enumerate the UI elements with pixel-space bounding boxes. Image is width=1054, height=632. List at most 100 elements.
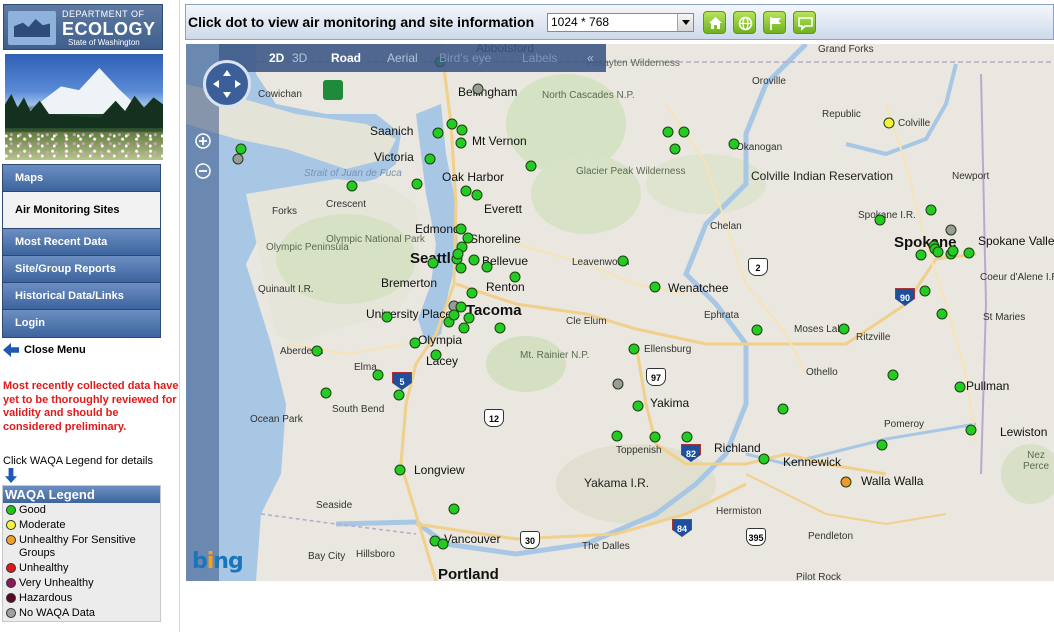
pan-control[interactable] xyxy=(203,60,251,108)
monitoring-site-dot[interactable] xyxy=(448,309,460,321)
monitoring-site-dot[interactable] xyxy=(751,324,763,336)
nav-item-login[interactable]: Login xyxy=(3,310,160,337)
monitoring-site-dot[interactable] xyxy=(437,538,449,550)
nav-item-air-monitoring-sites[interactable]: Air Monitoring Sites xyxy=(3,192,160,229)
monitoring-site-dot[interactable] xyxy=(874,214,886,226)
monitoring-site-dot[interactable] xyxy=(409,337,421,349)
monitoring-site-dot[interactable] xyxy=(466,287,478,299)
monitoring-site-dot[interactable] xyxy=(394,464,406,476)
monitoring-site-dot[interactable] xyxy=(381,311,393,323)
map-label: Toppenish xyxy=(616,445,662,456)
monitoring-site-dot[interactable] xyxy=(494,322,506,334)
monitoring-site-dot[interactable] xyxy=(427,257,439,269)
monitoring-site-dot[interactable] xyxy=(372,369,384,381)
monitoring-site-dot[interactable] xyxy=(758,453,770,465)
ecology-logo[interactable]: DEPARTMENT OF ECOLOGY State of Washingto… xyxy=(3,4,163,50)
monitoring-site-dot[interactable] xyxy=(393,389,405,401)
monitoring-site-dot[interactable] xyxy=(472,83,484,95)
mode-2d[interactable]: 2D xyxy=(269,51,284,65)
map-label: Seaside xyxy=(316,500,353,511)
air-monitoring-map[interactable]: AbbotsfordGrand ForksPasayten Wilderness… xyxy=(186,44,1054,581)
monitoring-site-dot[interactable] xyxy=(424,153,436,165)
legend-item[interactable]: Very Unhealthy xyxy=(3,576,160,591)
monitoring-site-dot[interactable] xyxy=(883,117,895,129)
monitoring-site-dot[interactable] xyxy=(448,503,460,515)
monitoring-site-dot[interactable] xyxy=(840,476,852,488)
monitoring-site-dot[interactable] xyxy=(460,185,472,197)
legend-item[interactable]: Moderate xyxy=(3,518,160,533)
nav-item-historical-data-links[interactable]: Historical Data/Links xyxy=(3,283,160,310)
monitoring-site-dot[interactable] xyxy=(481,261,493,273)
monitoring-site-dot[interactable] xyxy=(681,431,693,443)
mode-road[interactable]: Road xyxy=(331,51,361,65)
globe-button[interactable] xyxy=(733,11,756,34)
monitoring-site-dot[interactable] xyxy=(632,400,644,412)
monitoring-site-dot[interactable] xyxy=(777,403,789,415)
legend-item[interactable]: Good xyxy=(3,503,160,518)
chevron-down-icon[interactable] xyxy=(677,14,693,31)
monitoring-site-dot[interactable] xyxy=(455,137,467,149)
monitoring-site-dot[interactable] xyxy=(932,246,944,258)
feedback-button[interactable] xyxy=(793,11,816,34)
monitoring-site-dot[interactable] xyxy=(662,126,674,138)
monitoring-site-dot[interactable] xyxy=(458,322,470,334)
close-menu-link[interactable]: Close Menu xyxy=(3,341,86,359)
mode-birdseye[interactable]: Bird's eye xyxy=(439,51,491,65)
zoom-out-icon[interactable] xyxy=(194,162,212,180)
monitoring-site-dot[interactable] xyxy=(411,178,423,190)
mode-aerial[interactable]: Aerial xyxy=(387,51,418,65)
monitoring-site-dot[interactable] xyxy=(649,431,661,443)
monitoring-site-dot[interactable] xyxy=(649,281,661,293)
legend-item[interactable]: Unhealthy xyxy=(3,561,160,576)
monitoring-site-dot[interactable] xyxy=(525,160,537,172)
monitoring-site-dot[interactable] xyxy=(945,224,957,236)
monitoring-site-dot[interactable] xyxy=(887,369,899,381)
map-label: Quinault I.R. xyxy=(258,284,314,295)
monitoring-site-dot[interactable] xyxy=(456,124,468,136)
logo-line1: DEPARTMENT OF xyxy=(62,9,145,19)
monitoring-site-dot[interactable] xyxy=(509,271,521,283)
monitoring-site-dot[interactable] xyxy=(430,349,442,361)
legend-title[interactable]: WAQA Legend xyxy=(3,486,160,503)
monitoring-site-dot[interactable] xyxy=(471,189,483,201)
resolution-select[interactable]: 1024 * 768 xyxy=(547,13,694,32)
nav-item-maps[interactable]: Maps xyxy=(3,165,160,192)
nav-item-site-group-reports[interactable]: Site/Group Reports xyxy=(3,256,160,283)
monitoring-site-dot[interactable] xyxy=(311,345,323,357)
monitoring-site-dot[interactable] xyxy=(936,308,948,320)
monitoring-site-dot[interactable] xyxy=(320,387,332,399)
monitoring-site-dot[interactable] xyxy=(963,247,975,259)
monitoring-site-dot[interactable] xyxy=(669,143,681,155)
monitoring-site-dot[interactable] xyxy=(452,248,464,260)
mode-3d[interactable]: 3D xyxy=(292,51,307,65)
monitoring-site-dot[interactable] xyxy=(232,153,244,165)
monitoring-site-dot[interactable] xyxy=(468,254,480,266)
monitoring-site-dot[interactable] xyxy=(925,204,937,216)
monitoring-site-dot[interactable] xyxy=(612,378,624,390)
nav-item-most-recent-data[interactable]: Most Recent Data xyxy=(3,229,160,256)
zoom-in-icon[interactable] xyxy=(194,132,212,150)
monitoring-site-dot[interactable] xyxy=(876,439,888,451)
monitoring-site-dot[interactable] xyxy=(919,285,931,297)
monitoring-site-dot[interactable] xyxy=(965,424,977,436)
legend-item[interactable]: No WAQA Data xyxy=(3,606,160,621)
monitoring-site-dot[interactable] xyxy=(728,138,740,150)
mode-labels[interactable]: Labels xyxy=(522,51,557,65)
monitoring-site-dot[interactable] xyxy=(954,381,966,393)
monitoring-site-dot[interactable] xyxy=(628,343,640,355)
monitoring-site-dot[interactable] xyxy=(432,127,444,139)
monitoring-site-dot[interactable] xyxy=(838,323,850,335)
waqa-legend[interactable]: WAQA Legend Good Moderate Unhealthy For Se… xyxy=(2,485,161,622)
monitoring-site-dot[interactable] xyxy=(678,126,690,138)
monitoring-site-dot[interactable] xyxy=(455,262,467,274)
home-button[interactable] xyxy=(703,11,726,34)
monitoring-site-dot[interactable] xyxy=(611,430,623,442)
flag-button[interactable] xyxy=(763,11,786,34)
monitoring-site-dot[interactable] xyxy=(617,255,629,267)
monitoring-site-dot[interactable] xyxy=(947,245,959,257)
collapse-modebar-button[interactable]: « xyxy=(587,51,594,65)
legend-item[interactable]: Unhealthy For Sensitive Groups xyxy=(3,533,160,561)
legend-item[interactable]: Hazardous xyxy=(3,591,160,606)
monitoring-site-dot[interactable] xyxy=(915,249,927,261)
monitoring-site-dot[interactable] xyxy=(346,180,358,192)
